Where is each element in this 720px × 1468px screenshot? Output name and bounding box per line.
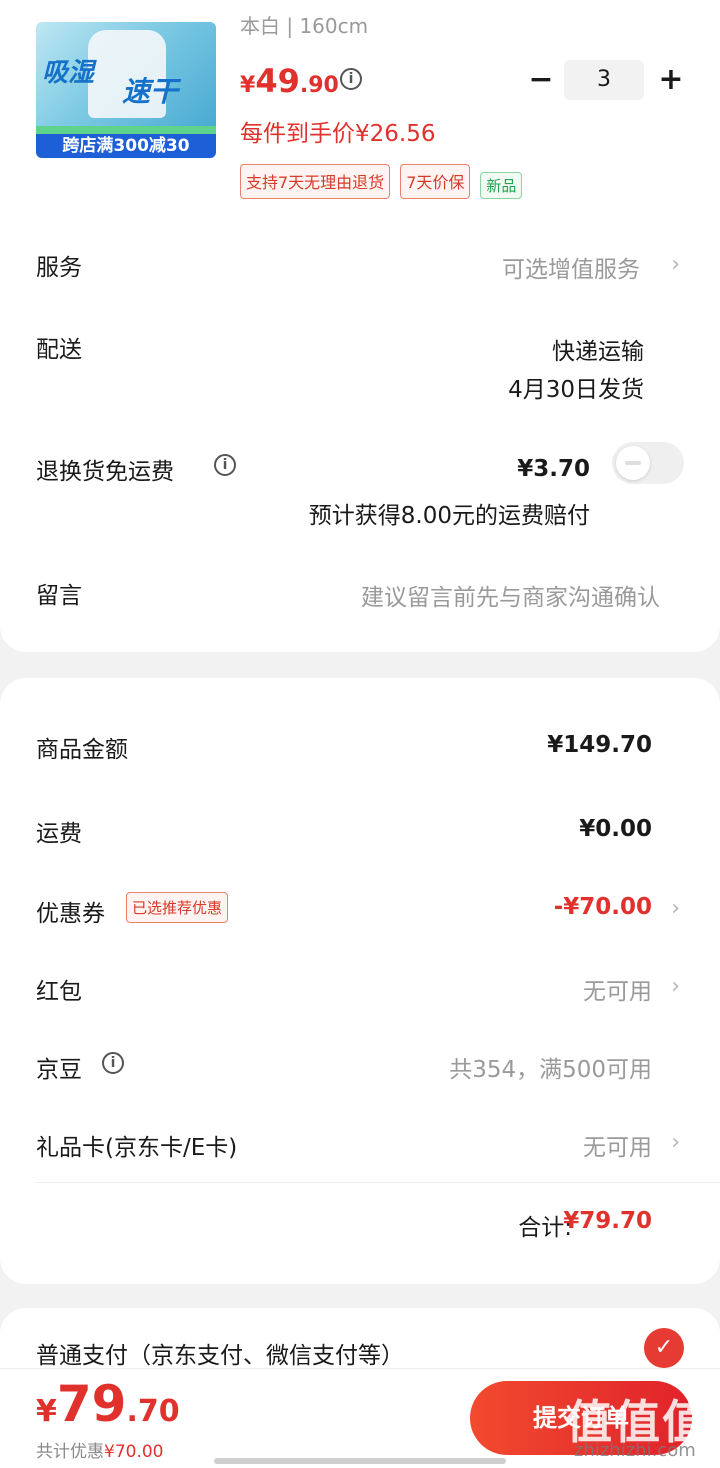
checkout-dec: .70 bbox=[126, 1394, 180, 1429]
coupon-label: 优惠券 bbox=[36, 901, 105, 927]
per-item-price: 每件到手价¥26.56 bbox=[240, 121, 436, 147]
return-freight-price: ¥3.70 bbox=[517, 456, 590, 482]
message-input[interactable]: 建议留言前先与商家沟通确认 bbox=[361, 578, 660, 612]
giftcard-label: 礼品卡(京东卡/E卡) bbox=[36, 1135, 238, 1161]
service-value[interactable]: 可选增值服务 bbox=[502, 250, 640, 284]
service-label: 服务 bbox=[36, 255, 82, 281]
coupon-chevron-icon[interactable]: › bbox=[671, 896, 680, 921]
product-spec: 本白 | 160cm bbox=[240, 14, 369, 38]
saved-value: ¥70.00 bbox=[104, 1442, 164, 1462]
quantity-input[interactable]: 3 bbox=[564, 60, 644, 100]
return-freight-label: 退换货免运费 bbox=[36, 459, 174, 485]
checkout-currency: ¥ bbox=[36, 1394, 57, 1429]
thumb-strip bbox=[36, 126, 216, 134]
checkout-int: 79 bbox=[56, 1375, 127, 1433]
quantity-stepper: − 3 + bbox=[520, 58, 690, 102]
quantity-minus-button[interactable]: − bbox=[526, 58, 556, 102]
home-indicator[interactable] bbox=[214, 1458, 506, 1464]
goods-amount-label: 商品金额 bbox=[36, 737, 128, 763]
delivery-label: 配送 bbox=[36, 337, 82, 363]
jingdou-value: 共354，满500可用 bbox=[449, 1057, 652, 1083]
total-value: ¥79.70 bbox=[563, 1208, 652, 1234]
message-label: 留言 bbox=[36, 583, 82, 609]
thumb-text-2: 速干 bbox=[122, 75, 179, 108]
giftcard-chevron-icon[interactable]: › bbox=[671, 1130, 680, 1155]
product-tags: 支持7天无理由退货 7天价保 新品 bbox=[240, 164, 523, 199]
tag-price-protect: 7天价保 bbox=[400, 164, 471, 199]
checkout-total: ¥79.70 bbox=[36, 1375, 180, 1433]
shipping-label: 运费 bbox=[36, 821, 82, 847]
price-int: 49 bbox=[255, 62, 300, 100]
delivery-method[interactable]: 快递运输 bbox=[552, 332, 644, 366]
payment-selected-check-icon[interactable]: ✓ bbox=[644, 1328, 684, 1368]
product-thumbnail[interactable]: 吸湿 速干 跨店满300减30 bbox=[36, 22, 216, 158]
quantity-plus-button[interactable]: + bbox=[656, 58, 686, 102]
redpacket-value[interactable]: 无可用 bbox=[583, 972, 652, 1006]
price-currency: ¥ bbox=[240, 73, 256, 98]
checkout-saved: 共计优惠¥70.00 bbox=[36, 1437, 163, 1462]
price-info-icon[interactable]: i bbox=[340, 68, 362, 90]
saved-label: 共计优惠 bbox=[36, 1442, 104, 1462]
payment-method-label[interactable]: 普通支付（京东支付、微信支付等） bbox=[36, 1336, 404, 1370]
summary-divider bbox=[36, 1182, 720, 1183]
delivery-date: 4月30日发货 bbox=[508, 377, 644, 403]
toggle-knob bbox=[616, 446, 650, 480]
jingdou-info-icon[interactable]: i bbox=[102, 1052, 124, 1074]
thumb-text-1: 吸湿 bbox=[42, 58, 95, 88]
shipping-value: ¥0.00 bbox=[579, 816, 652, 842]
thumb-banner: 跨店满300减30 bbox=[36, 134, 216, 158]
service-chevron-icon[interactable]: › bbox=[671, 252, 680, 277]
return-freight-note: 预计获得8.00元的运费赔付 bbox=[308, 503, 590, 529]
redpacket-chevron-icon[interactable]: › bbox=[671, 974, 680, 999]
return-freight-info-icon[interactable]: i bbox=[214, 454, 236, 476]
tag-new: 新品 bbox=[480, 172, 523, 199]
coupon-value[interactable]: -¥70.00 bbox=[554, 894, 652, 920]
jingdou-label: 京豆 bbox=[36, 1057, 82, 1083]
goods-amount-value: ¥149.70 bbox=[547, 732, 652, 758]
coupon-recommend-tag: 已选推荐优惠 bbox=[126, 892, 229, 923]
tag-7day-return: 支持7天无理由退货 bbox=[240, 164, 391, 199]
giftcard-value[interactable]: 无可用 bbox=[583, 1128, 652, 1162]
watermark-url: zhizhizhi.com bbox=[574, 1440, 696, 1461]
redpacket-label: 红包 bbox=[36, 979, 82, 1005]
price-dec: .90 bbox=[299, 73, 339, 98]
return-freight-toggle[interactable] bbox=[612, 442, 684, 484]
order-item-card: 吸湿 速干 跨店满300减30 本白 | 160cm ¥49.90 i 每件到手… bbox=[0, 0, 720, 652]
product-price: ¥49.90 bbox=[240, 62, 339, 100]
